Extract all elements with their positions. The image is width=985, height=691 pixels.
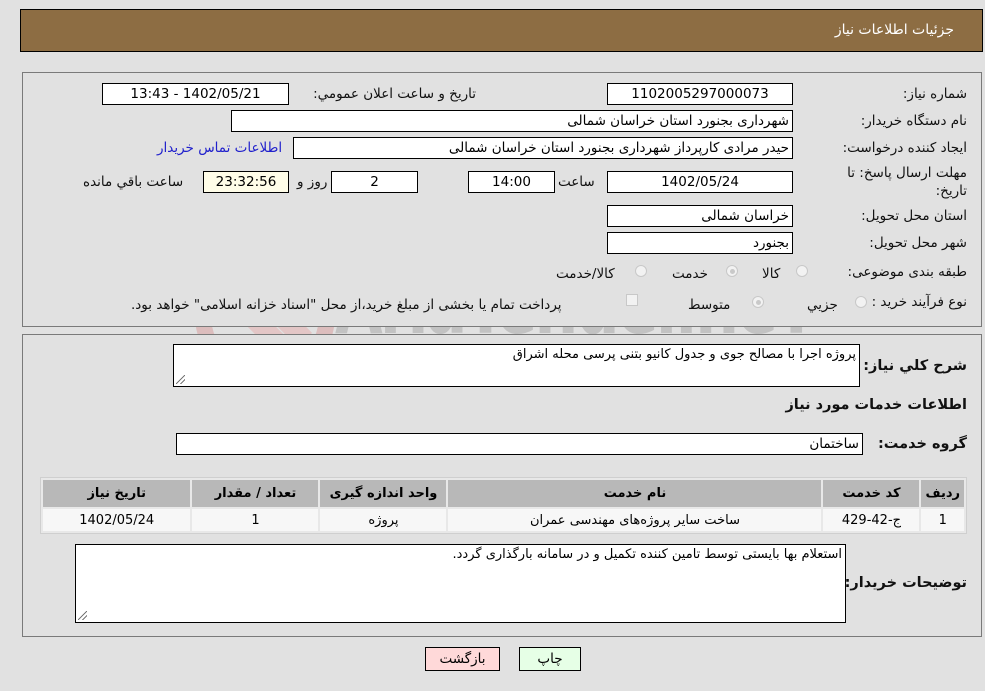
service-group-label: گروه خدمت:: [877, 436, 967, 452]
announce-datetime-label: تاریخ و ساعت اعلان عمومي:: [313, 86, 476, 102]
province-field[interactable]: خراسان شمالی: [607, 205, 793, 227]
city-label: شهر محل تحویل:: [869, 235, 967, 251]
cell-service-code: ج-42-429: [823, 509, 920, 531]
page-title: جزئیات اطلاعات نیاز: [834, 22, 954, 38]
deadline-time-field[interactable]: 14:00: [468, 171, 555, 193]
buyer-notes-text: استعلام بها بایستی توسط تامین کننده تکمی…: [452, 547, 842, 562]
summary-label: شرح کلي نياز:: [863, 358, 967, 374]
col-unit: واحد اندازه گیری: [320, 480, 447, 507]
summary-textarea[interactable]: پروژه اجرا با مصالح جوی و جدول کانیو بتن…: [173, 344, 860, 387]
buyer-org-field[interactable]: شهرداری بجنورد استان خراسان شمالی: [231, 110, 793, 132]
services-table: ردیف کد خدمت نام خدمت واحد اندازه گیری ت…: [40, 477, 967, 534]
process-radio-medium[interactable]: [752, 296, 764, 308]
buyer-org-label: نام دستگاه خریدار:: [860, 113, 967, 129]
category-goods-service-label: کالا/خدمت: [556, 266, 615, 282]
category-radio-service[interactable]: [726, 265, 738, 277]
days-remaining-field[interactable]: 2: [331, 171, 418, 193]
category-radio-goods[interactable]: [796, 265, 808, 277]
resize-grip-icon[interactable]: [176, 375, 185, 384]
deadline-date-field[interactable]: 1402/05/24: [607, 171, 793, 193]
city-field[interactable]: بجنورد: [607, 232, 793, 254]
services-heading: اطلاعات خدمات مورد نياز: [785, 397, 967, 413]
need-number-field[interactable]: 1102005297000073: [607, 83, 793, 105]
buyer-notes-textarea[interactable]: استعلام بها بایستی توسط تامین کننده تکمی…: [75, 544, 846, 623]
need-number-label: شماره نیاز:: [902, 86, 967, 102]
service-group-field[interactable]: ساختمان: [176, 433, 863, 455]
process-radio-minor[interactable]: [855, 296, 867, 308]
cell-unit: پروژه: [320, 509, 447, 531]
purchase-process-label: نوع فرآیند خرید :: [871, 294, 967, 310]
cell-quantity: 1: [192, 509, 319, 531]
announce-datetime-field[interactable]: 1402/05/21 - 13:43: [102, 83, 289, 105]
remaining-time-label: ساعت باقي مانده: [83, 174, 184, 190]
table-header-row: ردیف کد خدمت نام خدمت واحد اندازه گیری ت…: [43, 480, 964, 507]
summary-text: پروژه اجرا با مصالح جوی و جدول کانیو بتن…: [512, 347, 856, 362]
col-service-code: کد خدمت: [823, 480, 920, 507]
remaining-time-field: 23:32:56: [203, 171, 289, 193]
cell-row-number: 1: [921, 509, 964, 531]
col-row-number: ردیف: [921, 480, 964, 507]
treasury-checkbox[interactable]: [626, 294, 638, 306]
page-header: جزئیات اطلاعات نیاز: [20, 9, 983, 52]
col-need-date: تاریخ نیاز: [43, 480, 191, 507]
resize-grip-icon[interactable]: [78, 611, 87, 620]
col-service-name: نام خدمت: [448, 480, 822, 507]
back-button[interactable]: بازگشت: [425, 647, 500, 671]
print-button[interactable]: چاپ: [519, 647, 581, 671]
treasury-checkbox-label: پرداخت تمام یا بخشی از مبلغ خرید،از محل …: [131, 297, 562, 313]
requester-field[interactable]: حیدر مرادی کارپرداز شهرداری بجنورد استان…: [293, 137, 793, 159]
province-label: استان محل تحویل:: [861, 208, 967, 224]
cell-need-date: 1402/05/24: [43, 509, 191, 531]
deadline-label: مهلت ارسال پاسخ: تا تاریخ:: [847, 165, 967, 199]
deadline-time-label: ساعت: [558, 174, 595, 190]
category-radio-goods-service[interactable]: [635, 265, 647, 277]
table-row: 1 ج-42-429 ساخت سایر پروژه‌های مهندسی عم…: [43, 509, 964, 531]
buyer-contact-link[interactable]: اطلاعات تماس خریدار: [157, 140, 282, 156]
col-quantity: تعداد / مقدار: [192, 480, 319, 507]
days-label: روز و: [297, 174, 328, 190]
buyer-notes-label: توضیحات خریدار:: [844, 575, 967, 591]
category-service-label: خدمت: [672, 266, 708, 282]
process-medium-label: متوسط: [688, 297, 731, 313]
process-minor-label: جزيي: [807, 297, 838, 313]
cell-service-name: ساخت سایر پروژه‌های مهندسی عمران: [448, 509, 822, 531]
requester-label: ایجاد کننده درخواست:: [842, 140, 967, 156]
category-goods-label: کالا: [762, 266, 781, 282]
category-label: طبقه بندی موضوعی:: [847, 264, 967, 280]
